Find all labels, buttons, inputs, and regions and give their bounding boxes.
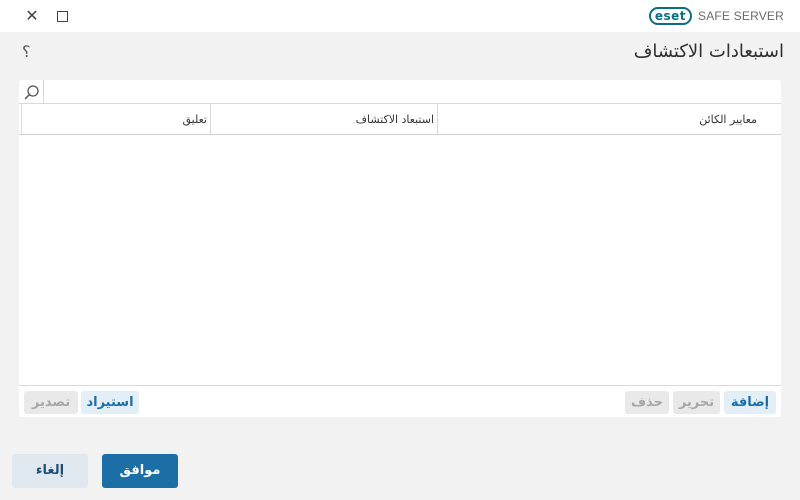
export-button[interactable]: تصدير <box>24 391 78 414</box>
import-button[interactable]: استيراد <box>81 391 139 414</box>
title-bar: ✕ eset SAFE SERVER <box>0 0 800 32</box>
ok-button[interactable]: موافق <box>102 454 178 488</box>
eset-logo: eset <box>648 7 692 25</box>
search-row <box>19 80 781 104</box>
table-toolbar: تصدير استيراد حذف تحرير إضافة <box>19 385 781 417</box>
help-icon[interactable]: ؟ <box>22 42 31 61</box>
column-header-comment[interactable]: تعليق <box>21 104 211 135</box>
search-input[interactable] <box>43 80 780 103</box>
brand: eset SAFE SERVER <box>648 7 784 25</box>
column-header-detection-exclusion[interactable]: استبعاد الاكتشاف <box>211 104 438 135</box>
close-icon[interactable]: ✕ <box>22 6 42 26</box>
table-header: تعليق استبعاد الاكتشاف معايير الكائن <box>19 104 781 135</box>
page-title: استبعادات الاكتشاف <box>633 41 784 62</box>
search-icon <box>24 85 39 100</box>
exclusions-panel: تعليق استبعاد الاكتشاف معايير الكائن تصد… <box>19 80 781 417</box>
maximize-icon[interactable] <box>57 11 68 22</box>
column-header-object-criteria[interactable]: معايير الكائن <box>438 104 779 135</box>
add-button[interactable]: إضافة <box>724 391 776 414</box>
edit-button[interactable]: تحرير <box>673 391 720 414</box>
cancel-button[interactable]: إلغاء <box>12 454 88 488</box>
product-name: SAFE SERVER <box>697 9 784 23</box>
table-body <box>19 136 781 385</box>
delete-button[interactable]: حذف <box>625 391 669 414</box>
